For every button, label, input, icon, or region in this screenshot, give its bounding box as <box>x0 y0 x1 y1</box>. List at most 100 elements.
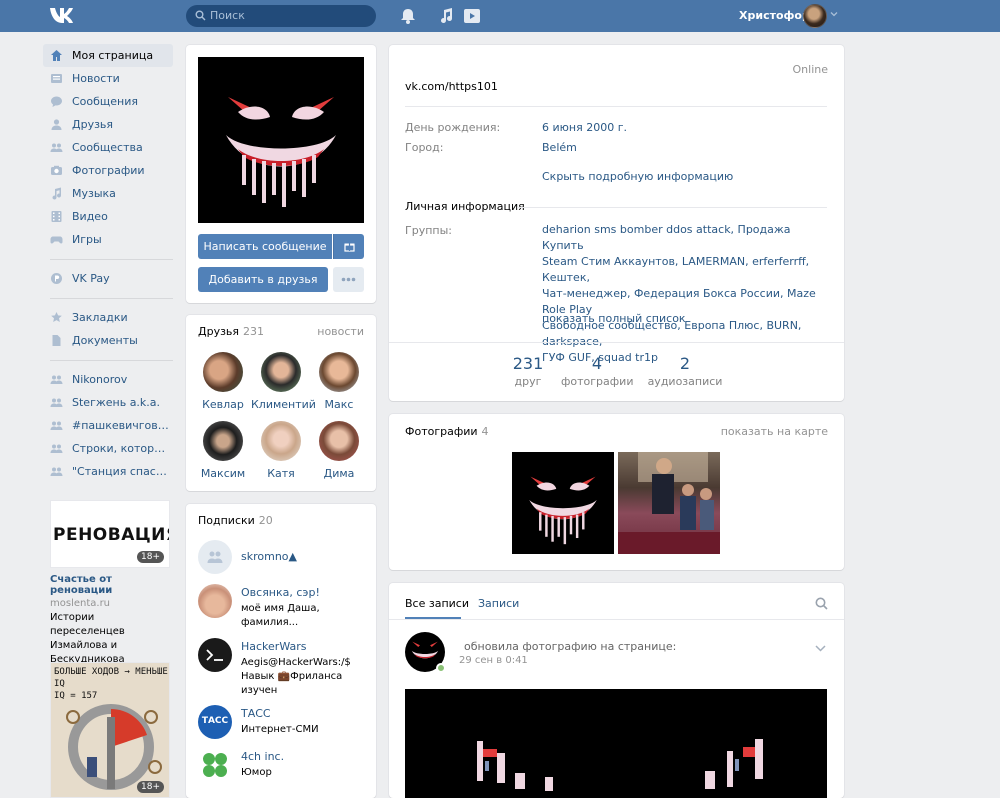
groups-line[interactable]: Steam Стим Аккаунтов, LAMERMAN, erferfer… <box>542 254 832 286</box>
friend-item[interactable]: Климентий <box>251 352 316 411</box>
nav-item-photos[interactable]: Фотографии <box>43 159 173 182</box>
nav-item-group[interactable]: "Станция спасен.. <box>43 460 173 483</box>
left-nav: Моя страница Новости Сообщения Друзья Со… <box>43 44 173 483</box>
friend-avatar <box>261 352 301 392</box>
counter-friends[interactable]: 231 друг <box>505 354 551 388</box>
friend-avatar <box>319 352 359 392</box>
nav-item-vkpay[interactable]: VK Pay <box>43 267 173 290</box>
subscription-name: ТАСС <box>241 707 271 720</box>
video-icon <box>51 211 62 222</box>
nav-label: Строки, которые.. <box>72 442 173 455</box>
divider <box>517 207 827 208</box>
subscription-desc: Юмор <box>241 767 272 778</box>
post-date[interactable]: 29 сен в 0:41 <box>459 655 528 666</box>
vk-logo-icon[interactable] <box>49 6 77 26</box>
photos-header[interactable]: Фотографии 4 <box>405 425 489 438</box>
nav-item-my-page[interactable]: Моя страница <box>43 44 173 67</box>
bell-icon[interactable] <box>399 7 417 25</box>
tab-all-posts[interactable]: Все записи <box>405 597 469 610</box>
nav-item-documents[interactable]: Документы <box>43 329 173 352</box>
friends-header[interactable]: Друзья 231 <box>198 325 264 338</box>
show-on-map-link[interactable]: показать на карте <box>721 425 828 438</box>
ad-title[interactable]: Счастье от реновации <box>50 574 170 596</box>
birthday-value[interactable]: 6 июня 2000 г. <box>542 120 627 136</box>
nav-label: Музыка <box>72 187 116 200</box>
friends-icon <box>51 119 62 130</box>
post-image[interactable] <box>405 689 827 798</box>
nav-item-video[interactable]: Видео <box>43 205 173 228</box>
demon-smile-image <box>226 97 336 207</box>
group-icon <box>50 444 63 453</box>
nav-item-games[interactable]: Игры <box>43 228 173 251</box>
nav-item-groups[interactable]: Сообщества <box>43 136 173 159</box>
subscription-avatar <box>198 584 232 618</box>
group-placeholder-icon <box>207 551 223 563</box>
photos-count: 4 <box>481 425 489 438</box>
city-value[interactable]: Belém <box>542 140 577 156</box>
active-tab-indicator <box>405 617 461 619</box>
top-header: Поиск Христофор <box>0 0 1000 32</box>
show-full-list-link[interactable]: показать полный список <box>542 311 686 327</box>
friends-news-link[interactable]: новости <box>317 325 364 338</box>
chevron-down-icon[interactable] <box>830 10 838 18</box>
subscription-avatar: ТАСС <box>198 705 232 739</box>
online-indicator <box>436 663 446 673</box>
friend-item[interactable]: Максим <box>193 421 253 480</box>
music-note-icon[interactable] <box>437 7 455 25</box>
nav-item-group[interactable]: Строки, которые.. <box>43 437 173 460</box>
nav-item-messages[interactable]: Сообщения <box>43 90 173 113</box>
group-icon <box>50 375 63 384</box>
search-icon <box>195 10 206 21</box>
nav-item-music[interactable]: Музыка <box>43 182 173 205</box>
nav-label: VK Pay <box>72 272 110 285</box>
tab-own-posts[interactable]: Записи <box>478 597 519 610</box>
photo-thumb[interactable] <box>618 452 720 554</box>
user-name[interactable]: Христофор <box>739 9 810 22</box>
friend-item[interactable]: Кевлар <box>193 352 253 411</box>
profile-status-text[interactable]: vk.com/https101 <box>405 80 498 93</box>
ad-text: Истории переселенцев Измайлова и Бескудн… <box>50 612 125 665</box>
groups-label: Группы: <box>405 224 452 237</box>
hide-details-link[interactable]: Скрыть подробную информацию <box>542 169 733 185</box>
subscriptions-count: 20 <box>258 514 273 527</box>
nav-item-bookmarks[interactable]: Закладки <box>43 306 173 329</box>
nav-label: #пашкевичговорит <box>72 419 173 432</box>
wall-search-icon[interactable] <box>815 597 828 610</box>
nav-label: Сообщения <box>72 95 139 108</box>
friend-avatar <box>261 421 301 461</box>
subscriptions-header[interactable]: Подписки 20 <box>198 514 273 527</box>
post-menu-chevron-icon[interactable] <box>815 645 826 652</box>
counter-photos[interactable]: 4 фотографии <box>561 354 633 388</box>
send-message-button[interactable]: Написать сообщение <box>198 234 332 259</box>
gift-button[interactable] <box>333 234 364 259</box>
photo-thumb[interactable] <box>512 452 614 554</box>
photos-icon <box>51 165 62 175</box>
nav-item-group[interactable]: #пашкевичговорит <box>43 414 173 437</box>
nav-item-news[interactable]: Новости <box>43 67 173 90</box>
subscription-avatar <box>198 638 232 672</box>
search-input[interactable]: Поиск <box>186 5 376 27</box>
ad-block[interactable]: РЕНОВАЦИЯ 18+ Счастье от реновации mosle… <box>50 500 170 667</box>
profile-photo[interactable] <box>198 57 364 223</box>
photos-card: Фотографии 4 показать на карте <box>389 414 844 570</box>
friend-name: Кевлар <box>202 398 244 411</box>
ad-image-text: РЕНОВАЦИЯ <box>53 525 170 545</box>
friend-item[interactable]: Макс <box>309 352 369 411</box>
add-friend-button[interactable]: Добавить в друзья <box>198 267 328 292</box>
nav-item-group[interactable]: Nikonorov <box>43 368 173 391</box>
friend-item[interactable]: Катя <box>251 421 311 480</box>
more-button[interactable] <box>333 267 364 292</box>
nav-item-friends[interactable]: Друзья <box>43 113 173 136</box>
photos-title: Фотографии <box>405 425 478 438</box>
user-avatar[interactable] <box>803 4 827 28</box>
post-image-art <box>477 739 763 791</box>
ad-block[interactable]: БОЛЬШЕ ХОДОВ → МЕНЬШЕ IQ IQ = 157 18+ <box>50 662 170 798</box>
counter-audio[interactable]: 2 аудиозаписи <box>645 354 725 388</box>
ad-image[interactable]: БОЛЬШЕ ХОДОВ → МЕНЬШЕ IQ IQ = 157 18+ <box>50 662 170 798</box>
groups-line[interactable]: deharion sms bomber ddos attack, Продажа… <box>542 222 832 254</box>
ad-image[interactable]: РЕНОВАЦИЯ 18+ <box>50 500 170 568</box>
nav-item-group[interactable]: Stегжень a.k.a. <box>43 391 173 414</box>
play-icon[interactable] <box>463 7 481 25</box>
nav-label: Документы <box>72 334 138 347</box>
friend-item[interactable]: Дима <box>309 421 369 480</box>
